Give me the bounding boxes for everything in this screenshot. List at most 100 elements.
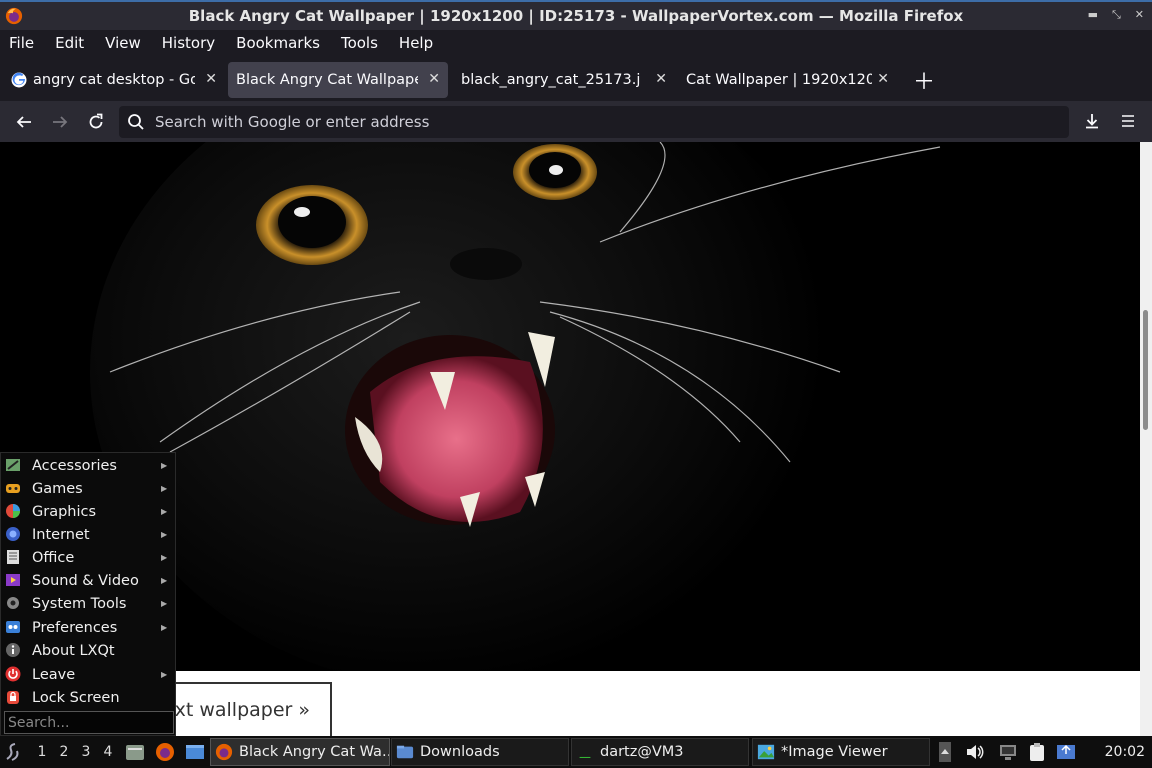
info-icon bbox=[6, 643, 20, 657]
menubar: File Edit View History Bookmarks Tools H… bbox=[0, 30, 1152, 56]
task-firefox[interactable]: Black Angry Cat Wa… bbox=[210, 738, 390, 766]
firefox-icon bbox=[5, 7, 23, 25]
clock[interactable]: 20:02 bbox=[1105, 744, 1145, 760]
menu-item-leave[interactable]: Leave ▶ bbox=[1, 663, 176, 686]
reload-icon bbox=[89, 113, 103, 128]
navigation-toolbar bbox=[0, 101, 1152, 142]
menu-item-games[interactable]: Games ▶ bbox=[1, 477, 176, 500]
new-tab-icon[interactable]: ＋ bbox=[913, 64, 935, 96]
menu-view[interactable]: View bbox=[105, 34, 141, 52]
power-icon bbox=[5, 666, 21, 682]
volume-icon[interactable] bbox=[965, 742, 985, 762]
tab-label: Black Angry Cat Wallpaper | bbox=[236, 72, 418, 88]
menu-item-sound-video[interactable]: Sound & Video ▶ bbox=[1, 569, 176, 592]
page-scrollbar[interactable] bbox=[1140, 142, 1152, 736]
menu-item-graphics[interactable]: Graphics ▶ bbox=[1, 500, 176, 523]
menu-item-accessories[interactable]: Accessories ▶ bbox=[1, 454, 176, 477]
folder-icon bbox=[396, 745, 414, 759]
downloads-button[interactable] bbox=[1074, 105, 1110, 137]
preferences-icon bbox=[6, 621, 20, 633]
url-bar[interactable] bbox=[119, 106, 1069, 138]
firefox-launcher-icon[interactable] bbox=[155, 742, 175, 762]
close-button[interactable]: ✕ bbox=[1135, 8, 1144, 22]
workspace-2[interactable]: 2 bbox=[53, 744, 75, 760]
maximize-button[interactable]: ⤡ bbox=[1112, 8, 1121, 22]
clipboard-icon[interactable] bbox=[1027, 742, 1047, 762]
menu-item-lock-screen[interactable]: Lock Screen bbox=[1, 686, 176, 709]
tray-expand-icon[interactable] bbox=[938, 741, 952, 763]
sound-video-icon bbox=[6, 574, 20, 586]
menu-item-about-lxqt[interactable]: About LXQt bbox=[1, 639, 176, 662]
menu-item-system-tools[interactable]: System Tools ▶ bbox=[1, 592, 176, 615]
download-icon bbox=[1086, 114, 1098, 129]
task-image-viewer[interactable]: *Image Viewer bbox=[752, 738, 930, 766]
start-menu: Accessories ▶ Games ▶ Graphics ▶ Interne… bbox=[0, 452, 176, 736]
submenu-arrow-icon: ▶ bbox=[161, 507, 168, 516]
close-tab-icon[interactable]: ✕ bbox=[428, 71, 440, 87]
tab-strip: angry cat desktop - Goog ✕ Black Angry C… bbox=[0, 59, 1152, 101]
submenu-arrow-icon: ▶ bbox=[161, 530, 168, 539]
submenu-arrow-icon: ▶ bbox=[161, 553, 168, 562]
tab-black-angry-cat[interactable]: Black Angry Cat Wallpaper | ✕ bbox=[228, 62, 448, 98]
reload-button[interactable] bbox=[78, 106, 114, 138]
workspace-1[interactable]: 1 bbox=[31, 744, 53, 760]
image-viewer-icon bbox=[757, 744, 775, 760]
system-tools-icon bbox=[7, 597, 19, 609]
taskbar: 1 2 3 4 Black Angry Cat Wa… Downloads da… bbox=[0, 736, 1152, 768]
office-icon bbox=[7, 550, 19, 564]
submenu-arrow-icon: ▶ bbox=[161, 599, 168, 608]
tab-label: Cat Wallpaper | 1920x1200 | bbox=[686, 72, 872, 88]
show-desktop-icon[interactable] bbox=[185, 742, 205, 762]
submenu-arrow-icon: ▶ bbox=[161, 484, 168, 493]
task-terminal[interactable]: dartz@VM3 bbox=[571, 738, 749, 766]
tab-label: angry cat desktop - Goog bbox=[33, 72, 195, 88]
submenu-arrow-icon: ▶ bbox=[161, 576, 168, 585]
next-wallpaper-button[interactable]: ext wallpaper » bbox=[150, 682, 332, 736]
close-tab-icon[interactable]: ✕ bbox=[205, 71, 217, 87]
address-input[interactable] bbox=[155, 113, 1035, 131]
submenu-arrow-icon: ▶ bbox=[161, 623, 168, 632]
menu-search-box[interactable] bbox=[4, 711, 174, 734]
app-menu-button[interactable] bbox=[1110, 105, 1146, 137]
close-tab-icon[interactable]: ✕ bbox=[655, 71, 667, 87]
update-notifier-icon[interactable] bbox=[1056, 742, 1076, 762]
forward-arrow-icon bbox=[53, 115, 68, 128]
workspace-3[interactable]: 3 bbox=[75, 744, 97, 760]
submenu-arrow-icon: ▶ bbox=[161, 670, 168, 679]
scrollbar-thumb[interactable] bbox=[1143, 310, 1148, 430]
menu-item-internet[interactable]: Internet ▶ bbox=[1, 523, 176, 546]
menu-item-office[interactable]: Office ▶ bbox=[1, 546, 176, 569]
file-manager-launcher-icon[interactable] bbox=[125, 742, 145, 762]
submenu-arrow-icon: ▶ bbox=[161, 461, 168, 470]
menu-search-input[interactable] bbox=[8, 714, 168, 731]
lxqt-menu-icon[interactable] bbox=[3, 741, 25, 763]
task-downloads[interactable]: Downloads bbox=[391, 738, 569, 766]
workspace-4[interactable]: 4 bbox=[97, 744, 119, 760]
hamburger-menu-icon bbox=[1122, 115, 1134, 127]
menu-history[interactable]: History bbox=[162, 34, 215, 52]
menu-bookmarks[interactable]: Bookmarks bbox=[236, 34, 320, 52]
menu-edit[interactable]: Edit bbox=[55, 34, 84, 52]
menu-file[interactable]: File bbox=[9, 34, 34, 52]
tab-label: black_angry_cat_25173.jpg ( bbox=[461, 72, 641, 88]
menu-help[interactable]: Help bbox=[399, 34, 433, 52]
menu-item-preferences[interactable]: Preferences ▶ bbox=[1, 616, 176, 639]
lock-icon bbox=[7, 691, 19, 704]
terminal-icon bbox=[576, 745, 594, 759]
graphics-icon bbox=[6, 504, 20, 518]
minimize-button[interactable]: ▬ bbox=[1088, 8, 1098, 22]
network-icon[interactable] bbox=[998, 742, 1018, 762]
tab-cat-jpg[interactable]: black_angry_cat_25173.jpg ( ✕ bbox=[453, 62, 675, 98]
tab-google-search[interactable]: angry cat desktop - Goog ✕ bbox=[3, 62, 225, 98]
back-button[interactable] bbox=[6, 106, 42, 138]
window-controls: ▬ ⤡ ✕ bbox=[1088, 8, 1144, 22]
window-titlebar: Black Angry Cat Wallpaper | 1920x1200 | … bbox=[0, 0, 1152, 30]
firefox-icon bbox=[215, 743, 233, 761]
forward-button[interactable] bbox=[42, 106, 78, 138]
tab-cat-wallpaper[interactable]: Cat Wallpaper | 1920x1200 | ✕ bbox=[678, 62, 897, 98]
google-icon bbox=[11, 72, 27, 88]
menu-tools[interactable]: Tools bbox=[341, 34, 378, 52]
games-icon bbox=[6, 484, 20, 493]
close-tab-icon[interactable]: ✕ bbox=[877, 71, 889, 87]
back-arrow-icon bbox=[16, 115, 31, 128]
